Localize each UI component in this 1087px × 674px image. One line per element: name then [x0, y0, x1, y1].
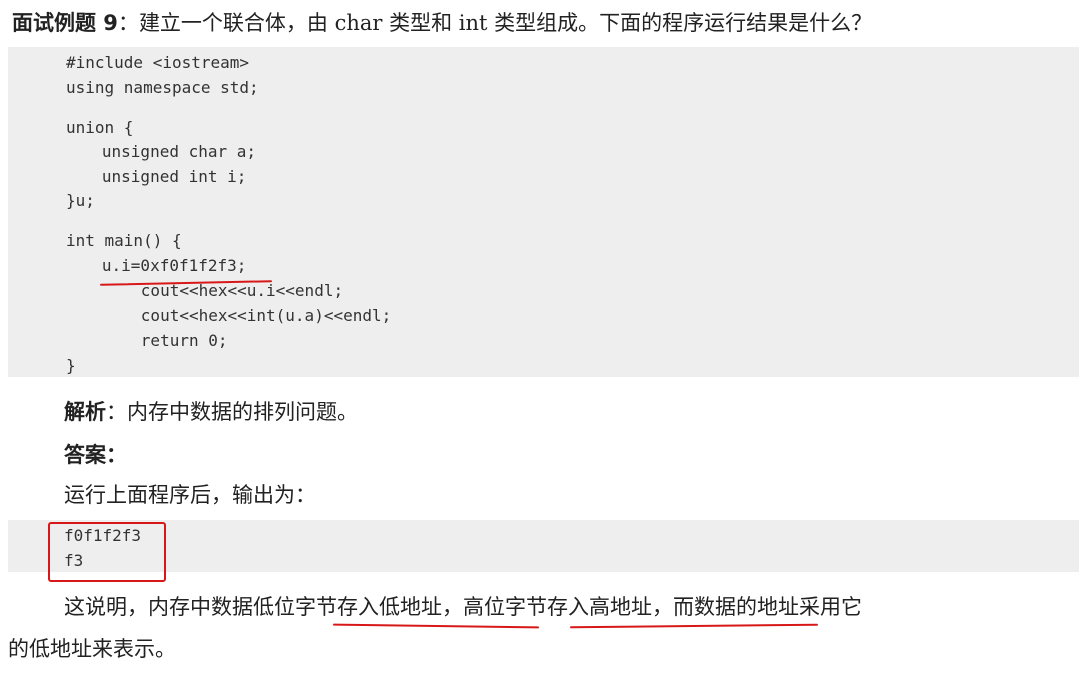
code-block: #include <iostream> using namespace std;…: [8, 47, 1079, 377]
explanation-line-2: 的低地址来表示。: [8, 637, 176, 661]
explanation-part: 这说明，内存中数据低: [64, 595, 274, 619]
code-line: cout<<hex<<int(u.a)<<endl;: [83, 306, 392, 325]
code-line: int main() {: [66, 231, 182, 250]
underline-annotation: [332, 623, 540, 629]
code-line: return 0;: [83, 331, 228, 350]
analysis-label: 解析: [64, 400, 106, 424]
code-line: unsigned int i;: [73, 167, 247, 186]
output-line: f0f1f2f3: [64, 526, 142, 545]
question-heading: 面试例题 9：建立一个联合体，由 char 类型和 int 类型组成。下面的程序…: [12, 8, 872, 38]
code-line: }: [66, 356, 76, 375]
code-line: u.i=0xf0f1f2f3;: [73, 256, 247, 275]
code-line: using namespace std;: [66, 78, 259, 97]
question-colon: ：: [117, 11, 139, 35]
analysis-text: ：内存中数据的排列问题。: [106, 400, 358, 424]
explanation-part: ，而数据的地址采用它: [652, 595, 862, 619]
question-text: 建立一个联合体，由 char 类型和 int 类型组成。下面的程序运行结果是什么…: [138, 11, 873, 35]
output-line: f3: [64, 551, 84, 570]
answer-label: 答案：: [64, 443, 127, 467]
code-line: }u;: [66, 191, 95, 210]
code-line: union {: [66, 118, 134, 137]
explanation-underlined-high: 高位字节存入高地址: [463, 595, 652, 619]
code-line: #include <iostream>: [66, 53, 250, 72]
explanation-underlined-low: 位字节存入低地址: [274, 595, 442, 619]
underline-annotation: [569, 623, 819, 629]
output-block: f0f1f2f3 f3: [8, 520, 1079, 572]
code-line: unsigned char a;: [73, 142, 257, 161]
analysis-paragraph: 解析：内存中数据的排列问题。: [64, 397, 358, 427]
output-intro: 运行上面程序后，输出为：: [64, 483, 316, 507]
question-label: 面试例题 9: [12, 11, 118, 35]
code-line: cout<<hex<<u.i<<endl;: [83, 281, 344, 300]
explanation-part: ，: [442, 595, 463, 619]
explanation-line-1: 这说明，内存中数据低位字节存入低地址，高位字节存入高地址，而数据的地址采用它: [64, 592, 862, 622]
